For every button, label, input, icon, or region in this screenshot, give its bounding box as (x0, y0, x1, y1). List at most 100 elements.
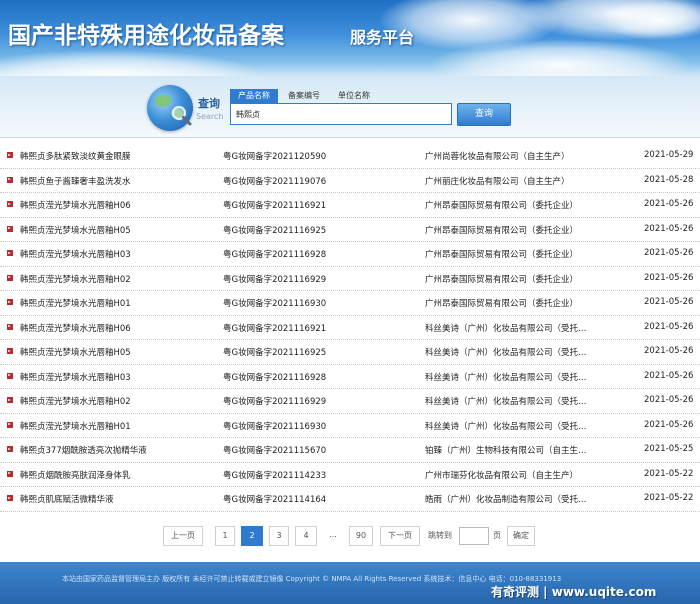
record-date: 2021-05-26 (644, 272, 694, 283)
bullet-icon (7, 397, 13, 403)
next-page-button[interactable]: 下一页 (380, 526, 420, 546)
product-name-link[interactable]: 韩熙贞鱼子酱臻奢丰盈洗发水 (20, 175, 131, 187)
table-row[interactable]: 韩熙贞滢光梦境水光唇釉H03 粤G妆网备字2021116928 广州昂泰国际贸易有限… (0, 242, 700, 267)
results-list: 韩熙贞多肽紧致淡纹黄金眼膜 粤G妆网备字2021120590 广州尚蓉化妆品有限公司… (0, 144, 700, 512)
record-number: 粤G妆网备字2021116928 (223, 372, 327, 383)
table-row[interactable]: 韩熙贞滢光梦境水光唇釉H02 粤G妆网备字2021116929 科丝美诗（广州）化妆… (0, 389, 700, 414)
company-name: 广州丽庄化妆品有限公司（自主生产） (425, 176, 570, 187)
product-name-link[interactable]: 韩熙贞滢光梦境水光唇釉H01 (20, 420, 131, 432)
record-date: 2021-05-26 (644, 370, 694, 381)
search-tabs: 产品名称 备案编号 单位名称 (230, 89, 380, 103)
company-name: 铂臻（广州）生物科技有限公司（自主生… (425, 446, 587, 456)
table-row[interactable]: 韩熙贞滢光梦境水光唇釉H05 粤G妆网备字2021116925 广州昂泰国际贸易有限… (0, 218, 700, 242)
company-name: 科丝美诗（广州）化妆品有限公司（受托… (425, 348, 587, 358)
goto-page-input[interactable] (459, 527, 489, 545)
product-name-link[interactable]: 韩熙贞烟酰胺亮肤润泽身体乳 (20, 469, 131, 481)
company-name: 广州昂泰国际贸易有限公司（委托企业） (425, 274, 579, 285)
record-date: 2021-05-26 (644, 346, 694, 356)
tab-product-name[interactable]: 产品名称 (230, 89, 278, 103)
record-date: 2021-05-28 (644, 174, 694, 185)
company-name: 科丝美诗（广州）化妆品有限公司（受托… (425, 421, 587, 432)
table-row[interactable]: 韩熙贞滢光梦境水光唇釉H05 粤G妆网备字2021116925 科丝美诗（广州）化妆… (0, 340, 700, 365)
table-row[interactable]: 韩熙贞多肽紧致淡纹黄金眼膜 粤G妆网备字2021120590 广州尚蓉化妆品有限公司… (0, 144, 700, 169)
record-date: 2021-05-26 (644, 297, 694, 307)
table-row[interactable]: 韩熙贞滢光梦境水光唇釉H03 粤G妆网备字2021116928 科丝美诗（广州）化妆… (0, 365, 700, 389)
bullet-icon (7, 299, 13, 305)
record-date: 2021-05-26 (644, 223, 694, 234)
bullet-icon (7, 225, 13, 232)
company-name: 广州昂泰国际贸易有限公司（委托企业） (425, 201, 579, 211)
search-input[interactable] (230, 103, 452, 125)
record-number: 粤G妆网备字2021116930 (223, 421, 327, 432)
goto-confirm-button[interactable]: 确定 (507, 526, 535, 546)
footer-text: 本站由国家药品监督管理局主办 版权所有 未经许可禁止转载或建立镜像 Copyri… (62, 575, 562, 583)
product-name-link[interactable]: 韩熙贞滢光梦境水光唇釉H03 (20, 248, 131, 260)
company-name: 广州昂泰国际贸易有限公司（委托企业） (425, 225, 579, 236)
record-date: 2021-05-29 (644, 150, 694, 160)
table-row[interactable]: 韩熙贞滢光梦境水光唇釉H01 粤G妆网备字2021116930 广州昂泰国际贸易有限… (0, 291, 700, 316)
search-button[interactable]: 查询 (457, 103, 511, 126)
prev-page-button[interactable]: 上一页 (163, 526, 203, 546)
goto-suffix: 页 (493, 531, 501, 540)
product-name-link[interactable]: 韩熙贞多肽紧致淡纹黄金眼膜 (20, 150, 131, 162)
product-name-link[interactable]: 韩熙贞滢光梦境水光唇釉H05 (20, 346, 131, 358)
product-name-link[interactable]: 韩熙贞滢光梦境水光唇釉H02 (20, 395, 131, 407)
product-name-link[interactable]: 韩熙贞肌底赋活微精华液 (20, 493, 114, 505)
table-row[interactable]: 韩熙贞肌底赋活微精华液 粤G妆网备字2021114164 皓雨（广州）化妆品制造有限… (0, 487, 700, 512)
site-subtitle: 服务平台 (350, 28, 415, 47)
company-name: 广州昂泰国际贸易有限公司（委托企业） (425, 299, 579, 309)
page-button-current[interactable]: 2 (241, 526, 263, 546)
table-row[interactable]: 韩熙贞烟酰胺亮肤润泽身体乳 粤G妆网备字2021114233 广州市瑞芬化妆品有限公… (0, 463, 700, 487)
page-button[interactable]: 3 (269, 526, 289, 546)
record-number: 粤G妆网备字2021116928 (223, 250, 327, 260)
company-name: 科丝美诗（广州）化妆品有限公司（受托… (425, 323, 587, 334)
product-name-link[interactable]: 韩熙贞滢光梦境水光唇釉H01 (20, 297, 131, 309)
search-caption: 查询 (198, 97, 220, 110)
product-name-link[interactable]: 韩熙贞377烟酰胺透亮次抛精华液 (20, 444, 147, 456)
bullet-icon (7, 495, 13, 501)
watermark-logo: 有奇评测 | www.uqite.com (491, 585, 657, 599)
record-number: 粤G妆网备字2021116921 (223, 323, 327, 334)
page-button-last[interactable]: 90 (349, 526, 373, 546)
product-name-link[interactable]: 韩熙贞滢光梦境水光唇釉H06 (20, 322, 131, 334)
table-row[interactable]: 韩熙贞滢光梦境水光唇釉H02 粤G妆网备字2021116929 广州昂泰国际贸易有限… (0, 267, 700, 291)
record-number: 粤G妆网备字2021120590 (223, 152, 327, 162)
company-name: 广州尚蓉化妆品有限公司（自主生产） (425, 152, 570, 162)
search-panel: 查询 Search 产品名称 备案编号 单位名称 查询 (0, 76, 700, 138)
bullet-icon (7, 152, 13, 158)
bullet-icon (7, 446, 13, 452)
tab-record-number[interactable]: 备案编号 (280, 89, 328, 103)
table-row[interactable]: 韩熙贞鱼子酱臻奢丰盈洗发水 粤G妆网备字2021119076 广州丽庄化妆品有限公司… (0, 169, 700, 193)
record-number: 粤G妆网备字2021114164 (223, 495, 327, 505)
page-button[interactable]: 4 (295, 526, 317, 546)
product-name-link[interactable]: 韩熙贞滢光梦境水光唇釉H03 (20, 371, 131, 383)
company-name: 广州昂泰国际贸易有限公司（委托企业） (425, 250, 579, 260)
record-number: 粤G妆网备字2021116925 (223, 348, 327, 358)
table-row[interactable]: 韩熙贞滢光梦境水光唇釉H06 粤G妆网备字2021116921 科丝美诗（广州）化妆… (0, 316, 700, 340)
product-name-link[interactable]: 韩熙贞滢光梦境水光唇釉H05 (20, 224, 131, 236)
product-name-link[interactable]: 韩熙贞滢光梦境水光唇釉H06 (20, 199, 131, 211)
table-row[interactable]: 韩熙贞滢光梦境水光唇釉H06 粤G妆网备字2021116921 广州昂泰国际贸易有限… (0, 193, 700, 218)
tab-company-name[interactable]: 单位名称 (330, 89, 378, 103)
record-date: 2021-05-25 (644, 444, 694, 454)
table-row[interactable]: 韩熙贞377烟酰胺透亮次抛精华液 粤G妆网备字2021115670 铂臻（广州）生物… (0, 438, 700, 463)
bullet-icon (7, 323, 13, 330)
record-date: 2021-05-26 (644, 248, 694, 258)
record-number: 粤G妆网备字2021114233 (223, 470, 327, 481)
company-name: 广州市瑞芬化妆品有限公司（自主生产） (425, 470, 579, 481)
record-date: 2021-05-26 (644, 199, 694, 209)
page-button[interactable]: 1 (215, 526, 235, 546)
record-number: 粤G妆网备字2021119076 (223, 176, 327, 187)
bullet-icon (7, 201, 13, 207)
site-footer: 本站由国家药品监督管理局主办 版权所有 未经许可禁止转载或建立镜像 Copyri… (0, 562, 700, 604)
bullet-icon (7, 470, 13, 477)
record-date: 2021-05-26 (644, 395, 694, 405)
page-ellipsis: ... (323, 526, 343, 546)
company-name: 皓雨（广州）化妆品制造有限公司（受托… (425, 495, 587, 505)
record-number: 粤G妆网备字2021116921 (223, 201, 327, 211)
product-name-link[interactable]: 韩熙贞滢光梦境水光唇釉H02 (20, 273, 131, 285)
site-title: 国产非特殊用途化妆品备案 (8, 22, 284, 49)
company-name: 科丝美诗（广州）化妆品有限公司（受托… (425, 397, 587, 407)
bullet-icon (7, 348, 13, 354)
table-row[interactable]: 韩熙贞滢光梦境水光唇釉H01 粤G妆网备字2021116930 科丝美诗（广州）化妆… (0, 414, 700, 438)
